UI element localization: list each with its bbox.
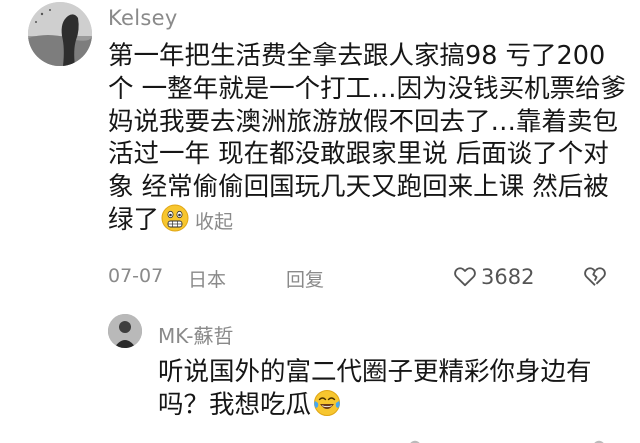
reply-button[interactable]: 回复 (286, 265, 324, 292)
comment-thread: Kelsey 第一年把生活费全拿去跟人家搞98 亏了200个 一整年就是一个打工… (0, 0, 640, 443)
reply-username[interactable]: MK-蘇哲 (158, 320, 234, 349)
heart-icon[interactable] (452, 263, 478, 294)
avatar-photo-icon (28, 2, 92, 66)
comment-username[interactable]: Kelsey (108, 6, 178, 30)
comment-meta: 07-07 日本 回复 3682 (108, 262, 618, 292)
comment-date: 07-07 (108, 265, 164, 287)
broken-heart-icon[interactable] (582, 263, 608, 294)
reply-avatar[interactable] (108, 314, 142, 348)
collapse-button[interactable]: 收起 (195, 211, 233, 233)
like-count: 3682 (481, 265, 535, 289)
comment-location: 日本 (188, 269, 227, 291)
partial-icon: ● (592, 436, 606, 443)
partial-icon: ● (408, 436, 422, 443)
avatar-photo-icon (108, 314, 142, 348)
avatar[interactable] (28, 2, 92, 66)
comment-text-block: 第一年把生活费全拿去跟人家搞98 亏了200个 一整年就是一个打工…因为没钱买机… (108, 40, 628, 241)
tears-of-joy-emoji-icon (313, 389, 341, 426)
reply-text-block: 听说国外的富二代圈子更精彩你身边有吗？我想吃瓜 (158, 356, 628, 426)
grimacing-face-emoji-icon (161, 204, 189, 241)
reply-text: 听说国外的富二代圈子更精彩你身边有吗？我想吃瓜 (158, 357, 592, 420)
